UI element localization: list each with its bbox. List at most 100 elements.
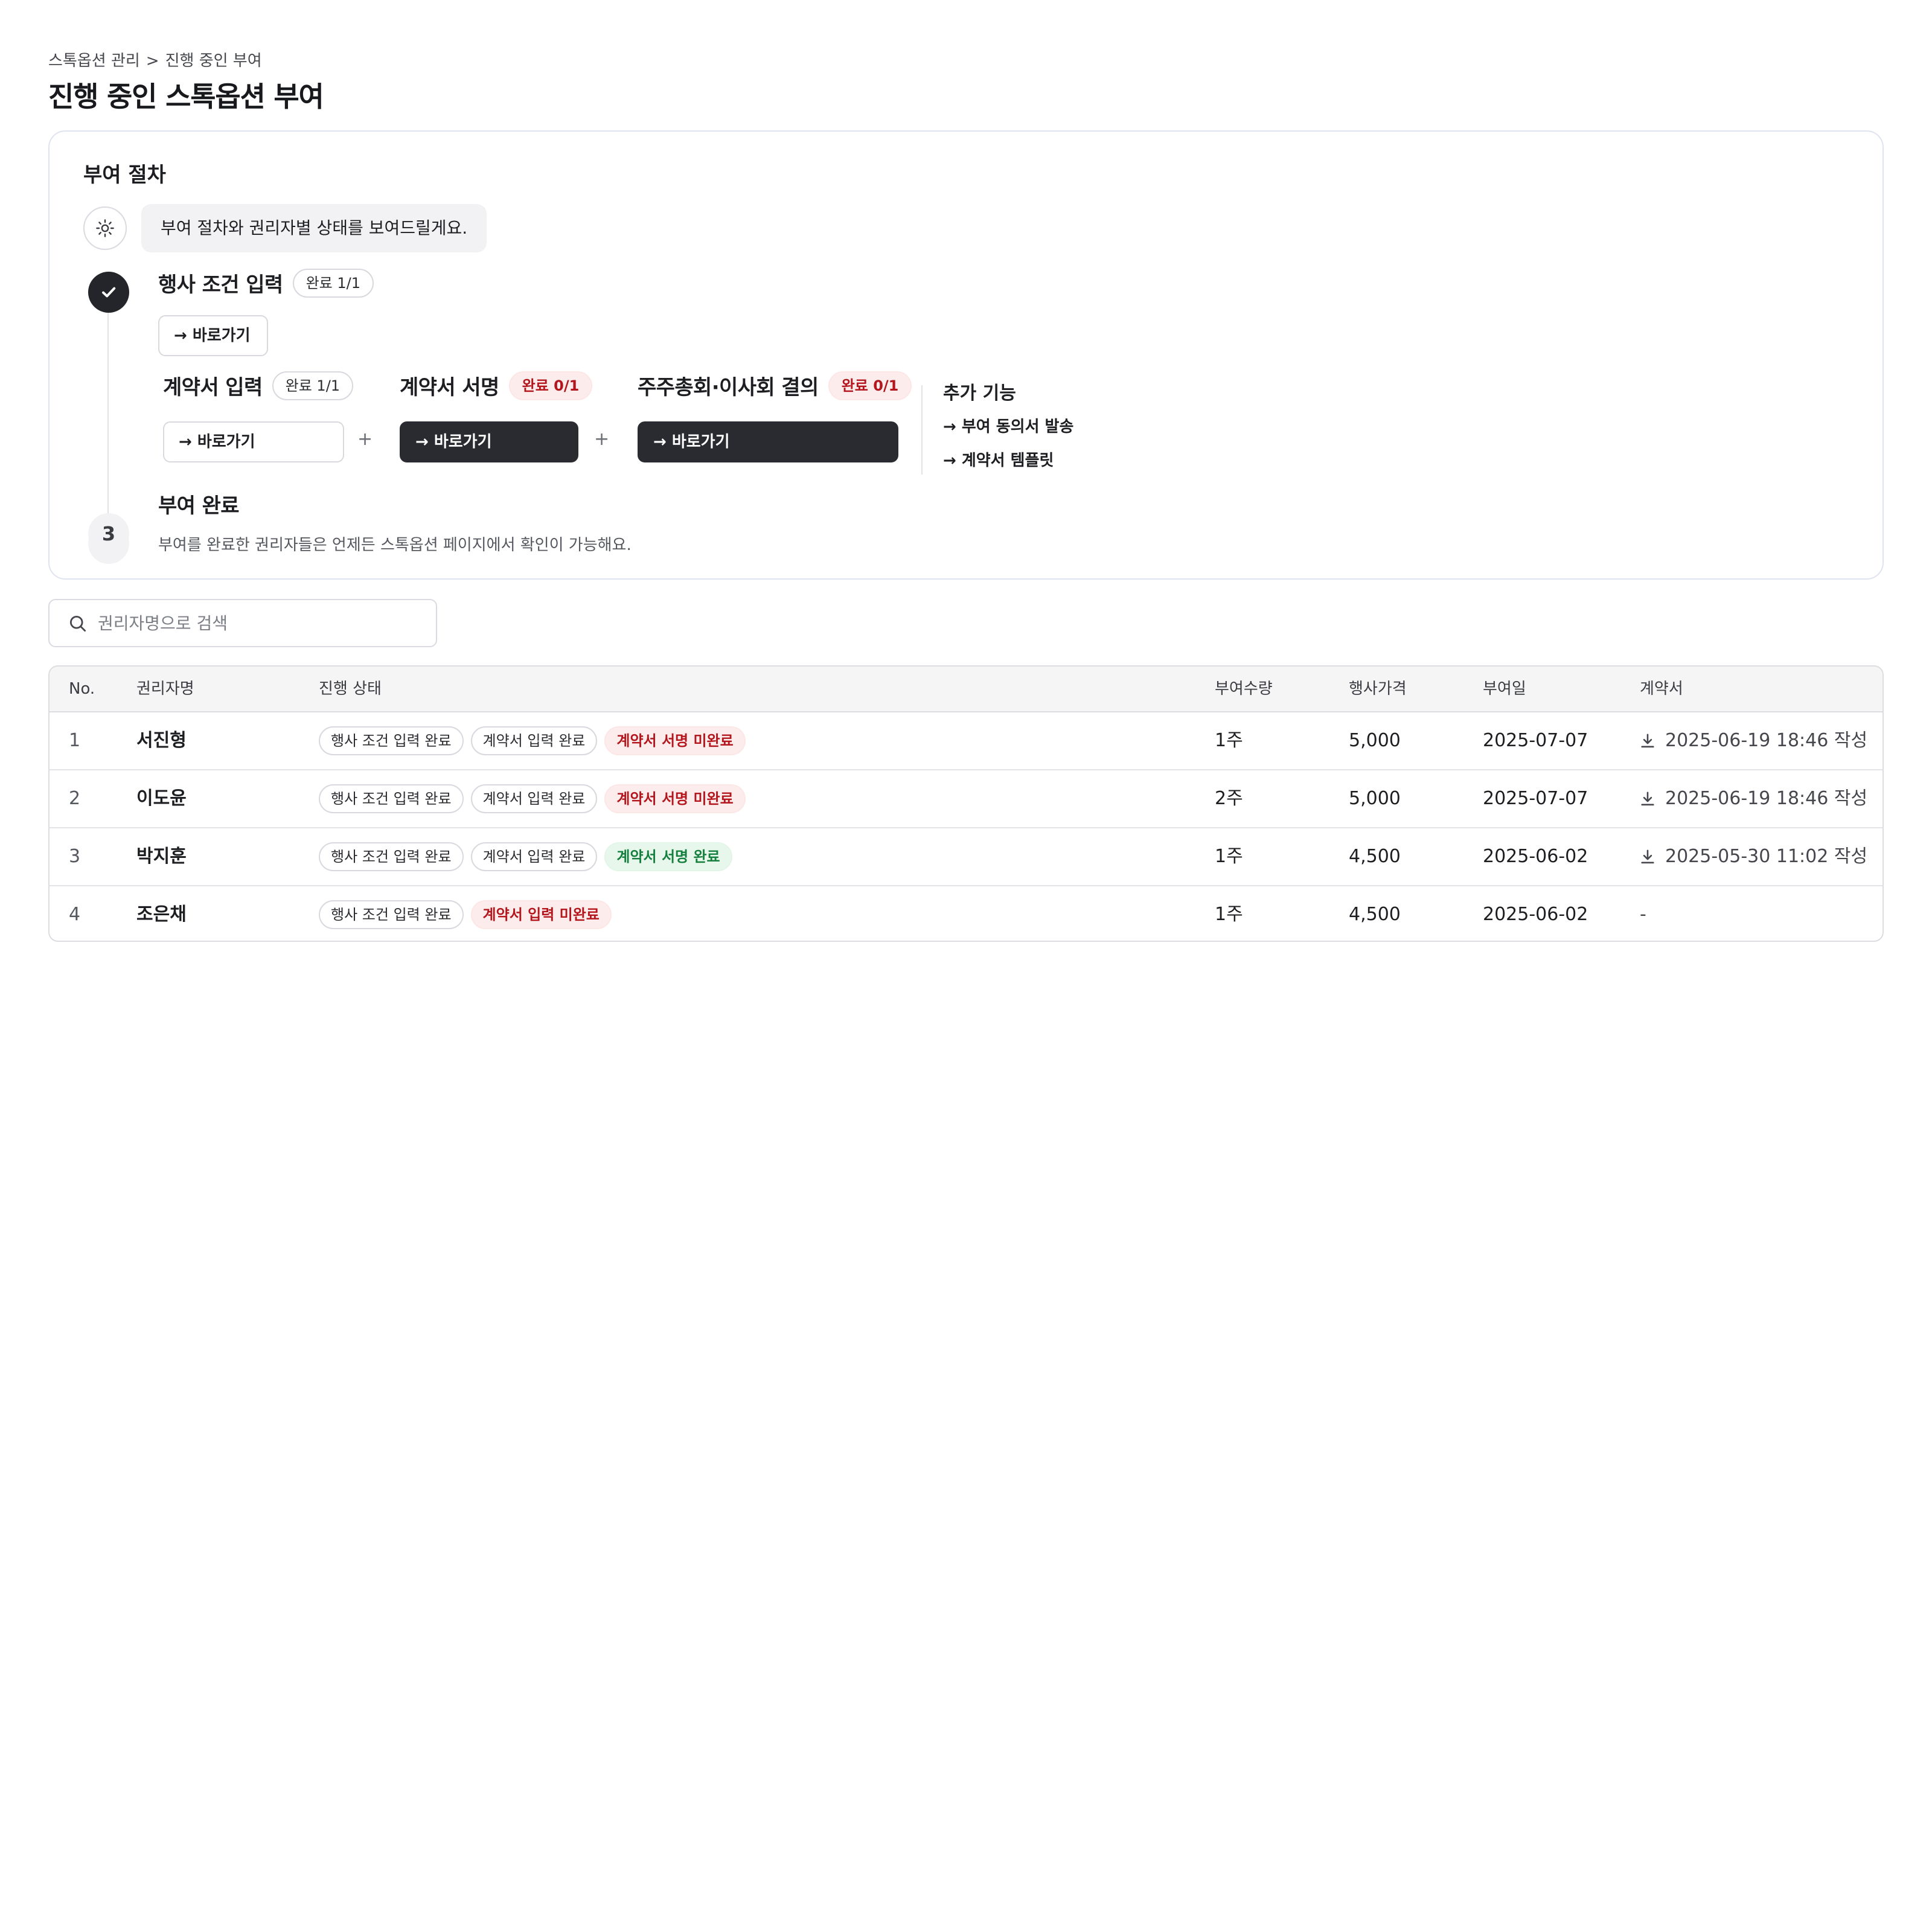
procedure-title: 부여 절차: [83, 163, 166, 187]
header-quantity: 부여수량: [1215, 680, 1273, 698]
contract-input-badge: 완료 1/1: [272, 371, 354, 400]
exercise-price: 5,000: [1349, 788, 1401, 809]
contract-text[interactable]: 2025-06-19 18:46 작성: [1665, 712, 1867, 769]
search-input[interactable]: [98, 600, 424, 646]
search-box[interactable]: [48, 599, 437, 647]
status-badge: 계약서 서명 완료: [604, 842, 732, 871]
step-3-marker: 3: [88, 513, 129, 554]
status-tags: 행사 조건 입력 완료 계약서 입력 미완료: [319, 886, 619, 941]
grant-quantity: 2주: [1215, 788, 1243, 809]
row-number: 3: [69, 846, 81, 867]
download-icon: [1641, 792, 1654, 806]
grant-date: 2025-06-02: [1483, 904, 1588, 925]
contract-sign-name: 계약서 서명: [400, 376, 499, 400]
contract-cell[interactable]: 2025-05-30 11:02 작성: [1640, 828, 1867, 885]
contract-template-link[interactable]: → 계약서 템플릿: [943, 448, 1054, 470]
header-date: 부여일: [1483, 680, 1526, 698]
check-icon: [102, 287, 116, 298]
grantee-name: 서진형: [136, 730, 187, 751]
grantee-table: No. 권리자명 진행 상태 부여수량 행사가격 부여일 계약서 1 서진형 행사 …: [48, 665, 1884, 942]
contract-sign-go-button[interactable]: → 바로가기: [400, 421, 578, 462]
table-header: No. 권리자명 진행 상태 부여수량 행사가격 부여일 계약서: [50, 667, 1882, 712]
table-row[interactable]: 2 이도윤 행사 조건 입력 완료 계약서 입력 완료 계약서 서명 미완료 2주 5,00…: [50, 770, 1882, 828]
step-2-item-contract-input-header: 계약서 입력 완료 1/1: [163, 371, 354, 400]
status-badge: 계약서 입력 완료: [470, 842, 598, 871]
header-no: No.: [69, 680, 95, 698]
header-name: 권리자명: [136, 680, 194, 698]
exercise-price: 4,500: [1349, 904, 1401, 925]
status-badge: 계약서 서명 미완료: [604, 726, 746, 755]
grant-quantity: 1주: [1215, 846, 1243, 867]
status-badge: 계약서 서명 미완료: [604, 784, 746, 813]
steps-rail: [107, 310, 109, 528]
send-consent-link[interactable]: → 부여 동의서 발송: [943, 414, 1073, 437]
step-1-badge: 완료 1/1: [292, 268, 374, 298]
contract-cell: -: [1640, 886, 1646, 941]
assistant-icon: [83, 206, 127, 250]
contract-sign-badge: 완료 0/1: [508, 371, 593, 400]
grant-quantity: 1주: [1215, 904, 1243, 925]
status-badge: 행사 조건 입력 완료: [319, 842, 464, 871]
status-tags: 행사 조건 입력 완료 계약서 입력 완료 계약서 서명 미완료: [319, 712, 753, 769]
plus-sign: +: [594, 429, 610, 450]
contract-text[interactable]: 2025-05-30 11:02 작성: [1665, 828, 1867, 885]
status-tags: 행사 조건 입력 완료 계약서 입력 완료 계약서 서명 미완료: [319, 770, 753, 827]
table-row[interactable]: 3 박지훈 행사 조건 입력 완료 계약서 입력 완료 계약서 서명 완료 1주 4,500…: [50, 828, 1882, 886]
header-price: 행사가격: [1349, 680, 1407, 698]
procedure-card: 부여 절차 부여 절차와 권리자별 상태를 보여드릴게요. 행사 조건 입력 완…: [48, 130, 1884, 580]
grant-quantity: 1주: [1215, 730, 1243, 751]
status-badge: 계약서 입력 완료: [470, 784, 598, 813]
step-1-go-button[interactable]: → 바로가기: [158, 315, 268, 356]
breadcrumb-separator: >: [146, 52, 159, 70]
extra-divider: [921, 385, 923, 475]
contract-text[interactable]: 2025-06-19 18:46 작성: [1665, 770, 1867, 827]
resolution-go-button[interactable]: → 바로가기: [638, 421, 898, 462]
step-1-name: 행사 조건 입력: [158, 273, 283, 297]
table-row[interactable]: 1 서진형 행사 조건 입력 완료 계약서 입력 완료 계약서 서명 미완료 1주 5,00…: [50, 712, 1882, 770]
status-badge: 행사 조건 입력 완료: [319, 900, 464, 929]
sparkle-gear-icon: [96, 219, 114, 237]
step-3-description: 부여를 완료한 권리자들은 언제든 스톡옵션 페이지에서 확인이 가능해요.: [158, 536, 632, 554]
contract-text: -: [1640, 904, 1646, 925]
resolution-badge: 완료 0/1: [828, 371, 912, 400]
status-tags: 행사 조건 입력 완료 계약서 입력 완료 계약서 서명 완료: [319, 828, 740, 885]
row-number: 4: [69, 904, 81, 925]
grant-date: 2025-07-07: [1483, 788, 1588, 809]
grantee-name: 이도윤: [136, 788, 187, 809]
exercise-price: 5,000: [1349, 730, 1401, 751]
status-badge: 계약서 입력 미완료: [470, 900, 612, 929]
download-icon: [1641, 849, 1654, 864]
contract-input-name: 계약서 입력: [163, 376, 263, 400]
breadcrumb-current: 진행 중인 부여: [165, 52, 262, 70]
grant-date: 2025-06-02: [1483, 846, 1588, 867]
contract-cell[interactable]: 2025-06-19 18:46 작성: [1640, 712, 1867, 769]
step-3-name: 부여 완료: [158, 494, 240, 518]
contract-cell[interactable]: 2025-06-19 18:46 작성: [1640, 770, 1867, 827]
status-badge: 행사 조건 입력 완료: [319, 784, 464, 813]
extra-features-title: 추가 기능: [943, 383, 1016, 404]
resolution-name: 주주총회·이사회 결의: [638, 376, 819, 400]
grantee-name: 조은채: [136, 904, 187, 925]
step-1-header: 행사 조건 입력 완료 1/1: [158, 268, 374, 298]
contract-input-go-button[interactable]: → 바로가기: [163, 421, 344, 462]
header-contract: 계약서: [1640, 680, 1683, 698]
page-title: 진행 중인 스톡옵션 부여: [48, 80, 324, 113]
plus-sign: +: [357, 429, 373, 450]
assistant-message: 부여 절차와 권리자별 상태를 보여드릴게요.: [141, 204, 487, 252]
breadcrumb-parent[interactable]: 스톡옵션 관리: [48, 52, 140, 70]
grant-date: 2025-07-07: [1483, 730, 1588, 751]
table-row[interactable]: 4 조은채 행사 조건 입력 완료 계약서 입력 미완료 1주 4,500 2025-06-…: [50, 886, 1882, 941]
download-icon: [1641, 734, 1654, 748]
page: 스톡옵션 관리 > 진행 중인 부여 진행 중인 스톡옵션 부여 부여 절차 부여 …: [0, 0, 1932, 966]
step-2-item-resolution-header: 주주총회·이사회 결의 완료 0/1: [638, 371, 912, 400]
breadcrumb: 스톡옵션 관리 > 진행 중인 부여: [48, 48, 262, 71]
search-icon: [69, 615, 86, 632]
status-badge: 계약서 입력 완료: [470, 726, 598, 755]
exercise-price: 4,500: [1349, 846, 1401, 867]
row-number: 1: [69, 730, 81, 751]
grantee-name: 박지훈: [136, 846, 187, 867]
header-status: 진행 상태: [319, 680, 382, 698]
step-1-done-marker: [88, 272, 129, 313]
step-2-item-contract-sign-header: 계약서 서명 완료 0/1: [400, 371, 593, 400]
step-3-header: 부여 완료: [158, 489, 240, 519]
